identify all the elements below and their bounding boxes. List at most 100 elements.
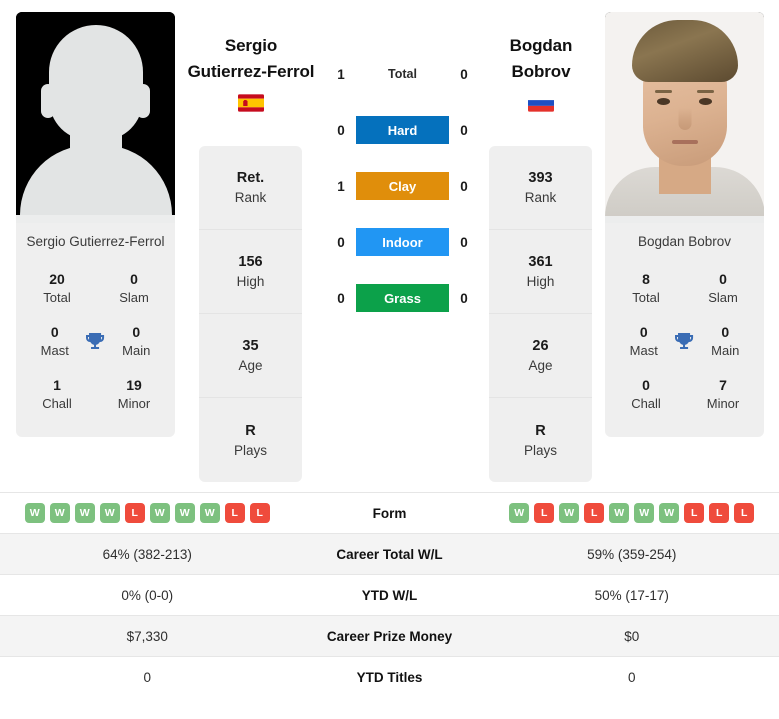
- ytd-titles-left: 0: [143, 669, 151, 685]
- surface-row-total: 1 Total 0: [330, 60, 475, 88]
- form-badge: W: [609, 503, 630, 523]
- surface-total-right-score: 0: [460, 66, 468, 82]
- portrait-eye-left: [657, 98, 670, 105]
- titles-grid-right: 8 Total 0 Slam 0 Mast 0 Main 0 Chall 7 M…: [605, 256, 764, 437]
- stat-minor-label-right: Minor: [706, 396, 740, 411]
- stat-total-right: 8 Total: [615, 270, 677, 307]
- stat-mast-label-left: Mast: [40, 343, 69, 358]
- player-photo-left: [16, 12, 175, 223]
- surface-row-clay: 1 Clay 0: [330, 172, 475, 200]
- stat-chall-value-right: 0: [642, 377, 650, 393]
- attribute-age-label-left: Age: [238, 358, 263, 373]
- portrait-eye-right: [699, 98, 712, 105]
- stat-mast-left: 0 Mast: [26, 323, 83, 360]
- surface-row-hard: 0 Hard 0: [330, 116, 475, 144]
- stat-main-right: 0 Main: [697, 323, 754, 360]
- surface-total-label: Total: [388, 67, 417, 81]
- stat-slam-label-right: Slam: [708, 290, 738, 305]
- portrait-eyebrow-right: [697, 90, 714, 93]
- attribute-plays-label-right: Plays: [523, 442, 557, 458]
- flag-spain-icon: [238, 94, 264, 112]
- stat-mast-value-right: 0: [639, 324, 648, 340]
- stat-total-left: 20 Total: [26, 270, 88, 307]
- attribute-age-value-left: 35: [242, 338, 259, 354]
- stat-chall-value-left: 1: [53, 377, 61, 393]
- stat-main-value-left: 0: [132, 324, 141, 340]
- trophy-icon: [675, 332, 694, 349]
- attribute-high-label-left: High: [236, 274, 265, 289]
- player-name-left: Sergio Gutierrez-Ferrol: [26, 234, 165, 249]
- form-badges-right: WLWLWWWLLL: [509, 503, 755, 523]
- stat-mast-value-left: 0: [50, 324, 59, 340]
- titles-row-total-slam-left: 20 Total 0 Slam: [16, 262, 175, 315]
- form-badges-left: WWWWLWWWLL: [24, 503, 270, 523]
- row-label-ytd-wl: YTD W/L: [361, 587, 418, 603]
- stat-chall-label-left: Chall: [42, 396, 72, 411]
- form-badge: W: [149, 503, 170, 523]
- comparison-table: WWWWLWWWLL Form WLWLWWWLLL 64% (382-213)…: [0, 492, 779, 697]
- attribute-rank-value-left: Ret.: [236, 170, 265, 186]
- form-badge: L: [534, 503, 555, 523]
- silhouette-ear-left: [41, 84, 55, 118]
- portrait-eyebrow-left: [655, 90, 672, 93]
- attribute-high-left: 156 High: [199, 230, 302, 314]
- titles-row-chall-minor-left: 1 Chall 19 Minor: [16, 368, 175, 421]
- surface-clay-label[interactable]: Clay: [356, 172, 449, 200]
- attribute-column-left: Ret. Rank 156 High 35 Age R Plays: [199, 146, 302, 482]
- form-badge: W: [99, 503, 120, 523]
- attribute-high-value-right: 361: [528, 254, 553, 270]
- stat-total-value-left: 20: [49, 271, 65, 287]
- table-row-ytd-titles: 0 YTD Titles 0: [0, 656, 779, 697]
- stat-slam-value-left: 0: [130, 271, 138, 287]
- table-row-ytd-wl: 0% (0-0) YTD W/L 50% (17-17): [0, 574, 779, 615]
- attribute-rank-right: 393 Rank: [489, 146, 592, 230]
- form-badge: L: [584, 503, 605, 523]
- career-prize-money-right: $0: [624, 628, 640, 644]
- stat-mast-right: 0 Mast: [615, 323, 672, 360]
- surface-grass-left-score: 0: [337, 290, 345, 306]
- player-last-name-left: Gutierrez-Ferrol: [187, 62, 315, 81]
- row-label-career-prize-money: Career Prize Money: [326, 628, 453, 644]
- form-badge: W: [509, 503, 530, 523]
- player-first-name-left: Sergio: [224, 36, 278, 55]
- stat-total-label-right: Total: [632, 290, 660, 305]
- surface-row-grass: 0 Grass 0: [330, 284, 475, 312]
- attribute-plays-value-left: R: [245, 422, 256, 439]
- form-badge: L: [249, 503, 270, 523]
- player-header-left: Sergio Gutierrez-Ferrol: [171, 33, 331, 112]
- attribute-high-label-right: High: [526, 274, 555, 289]
- stat-minor-left: 19 Minor: [103, 376, 165, 413]
- attribute-plays-value-right: R: [535, 422, 546, 439]
- surface-hard-label[interactable]: Hard: [356, 116, 449, 144]
- player-card-left[interactable]: Sergio Gutierrez-Ferrol 20 Total 0 Slam …: [16, 12, 175, 437]
- attribute-age-value-right: 26: [532, 338, 549, 354]
- attribute-high-value-left: 156: [238, 254, 263, 270]
- form-badge: L: [224, 503, 245, 523]
- ytd-titles-right: 0: [627, 669, 636, 685]
- portrait-footer-strip: [605, 216, 764, 223]
- titles-row-mast-main-left: 0 Mast 0 Main: [16, 315, 175, 368]
- career-prize-money-left: $7,330: [126, 628, 168, 644]
- player-card-right[interactable]: Bogdan Bobrov 8 Total 0 Slam 0 Mast 0 Ma…: [605, 12, 764, 437]
- attribute-plays-right: R Plays: [489, 398, 592, 482]
- ytd-wl-right: 50% (17-17): [594, 587, 669, 603]
- player-first-name-right: Bogdan: [509, 36, 573, 55]
- form-badge: W: [24, 503, 45, 523]
- stat-total-value-right: 8: [642, 271, 650, 287]
- attribute-plays-left: R Plays: [199, 398, 302, 482]
- surface-grass-label[interactable]: Grass: [356, 284, 449, 312]
- portrait-nose: [678, 108, 691, 130]
- attribute-age-right: 26 Age: [489, 314, 592, 398]
- silhouette-footer-strip: [16, 215, 175, 223]
- comparison-header-area: Sergio Gutierrez-Ferrol 20 Total 0 Slam …: [0, 0, 779, 492]
- surface-indoor-label[interactable]: Indoor: [356, 228, 449, 256]
- stat-minor-label-left: Minor: [117, 396, 151, 411]
- surface-hard-left-score: 0: [337, 122, 345, 138]
- form-cell-left: WWWWLWWWLL: [0, 503, 295, 523]
- surface-hard-right-score: 0: [460, 122, 468, 138]
- player-header-right: Bogdan Bobrov: [461, 33, 621, 112]
- attribute-rank-label-right: Rank: [524, 190, 557, 205]
- player-photo-right: [605, 12, 764, 223]
- titles-grid-left: 20 Total 0 Slam 0 Mast 0 Main 1 Chall 19…: [16, 256, 175, 437]
- ytd-wl-left: 0% (0-0): [121, 587, 174, 603]
